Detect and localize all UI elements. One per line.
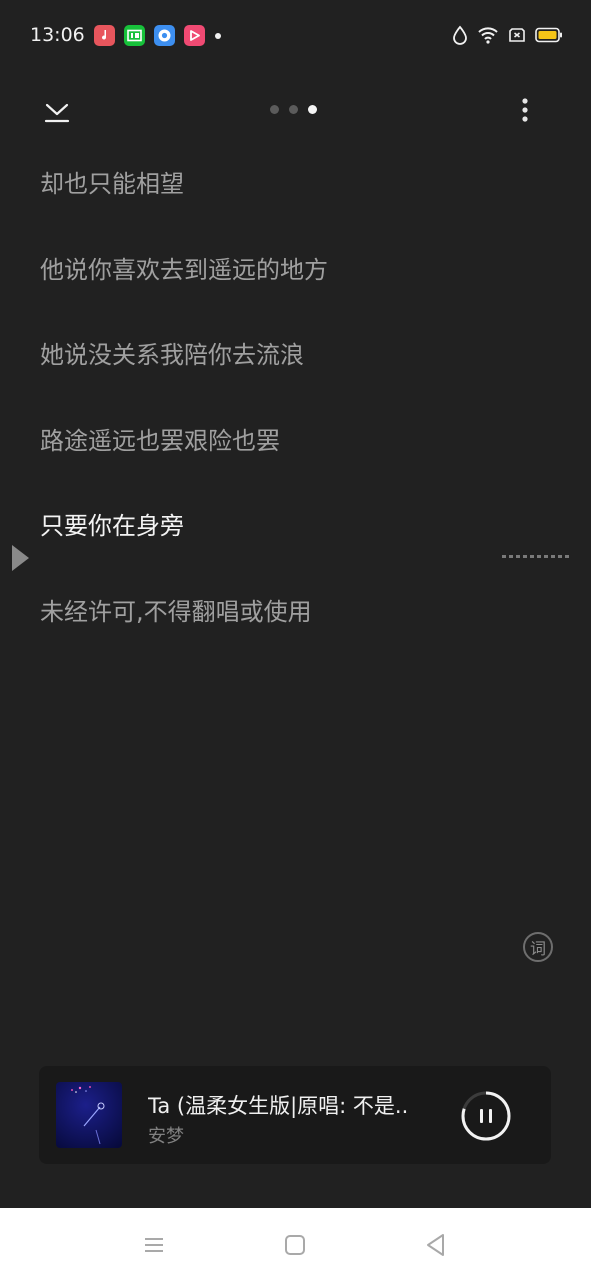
lyrics-panel[interactable]: 却也只能相望 他说你喜欢去到遥远的地方 她说没关系我陪你去流浪 路途遥远也罢艰险…: [40, 164, 560, 678]
home-button[interactable]: [282, 1232, 308, 1258]
system-nav-bar: [0, 1208, 591, 1280]
play-from-line-button[interactable]: [10, 544, 30, 572]
browser-app-icon: [154, 25, 175, 46]
recent-apps-button[interactable]: [141, 1232, 167, 1258]
video-app-icon: [184, 25, 205, 46]
page-dot-active[interactable]: [308, 105, 317, 114]
page-dot[interactable]: [289, 105, 298, 114]
mini-player[interactable]: Ta (温柔女生版|原唱: 不是.. 安梦: [39, 1066, 551, 1164]
home-icon: [285, 1235, 305, 1255]
chevron-down-icon: [44, 103, 70, 123]
lyric-line[interactable]: 他说你喜欢去到遥远的地方: [40, 250, 560, 336]
top-bar: [0, 85, 591, 135]
more-notifications-dot: [215, 32, 221, 39]
notification-icons: [94, 25, 221, 46]
track-title[interactable]: Ta (温柔女生版|原唱: 不是..: [148, 1090, 438, 1120]
pause-button[interactable]: [460, 1090, 512, 1142]
music-app-icon: [94, 25, 115, 46]
lyrics-toggle-button[interactable]: 词: [523, 932, 553, 962]
album-cover[interactable]: [56, 1082, 122, 1148]
status-time: 13:06: [30, 24, 85, 46]
back-icon: [427, 1234, 444, 1256]
lyric-line[interactable]: 她说没关系我陪你去流浪: [40, 335, 560, 421]
wifi-icon: [478, 27, 498, 44]
page-dot[interactable]: [270, 105, 279, 114]
lyric-line-current[interactable]: 只要你在身旁: [40, 506, 560, 592]
battery-icon: [535, 27, 562, 43]
back-button[interactable]: [423, 1232, 449, 1258]
iqiyi-app-icon: [124, 25, 145, 46]
lyric-line[interactable]: 未经许可,不得翻唱或使用: [40, 592, 560, 678]
track-artist[interactable]: 安梦: [148, 1122, 184, 1148]
menu-icon: [145, 1238, 163, 1252]
play-triangle-icon: [12, 545, 29, 571]
more-vertical-icon: [522, 98, 528, 122]
lyric-line[interactable]: 路途遥远也罢艰险也罢: [40, 421, 560, 507]
more-options-button[interactable]: [514, 95, 536, 125]
status-bar: 13:06: [0, 0, 591, 72]
collapse-button[interactable]: [40, 95, 74, 125]
sim-card-icon: [509, 28, 525, 42]
pause-icon: [461, 1091, 511, 1141]
system-icons: [452, 25, 563, 45]
page-indicator: [270, 105, 317, 114]
lyric-line[interactable]: 却也只能相望: [40, 164, 560, 250]
data-saver-icon: [453, 25, 467, 45]
seek-line-indicator: [502, 555, 572, 558]
